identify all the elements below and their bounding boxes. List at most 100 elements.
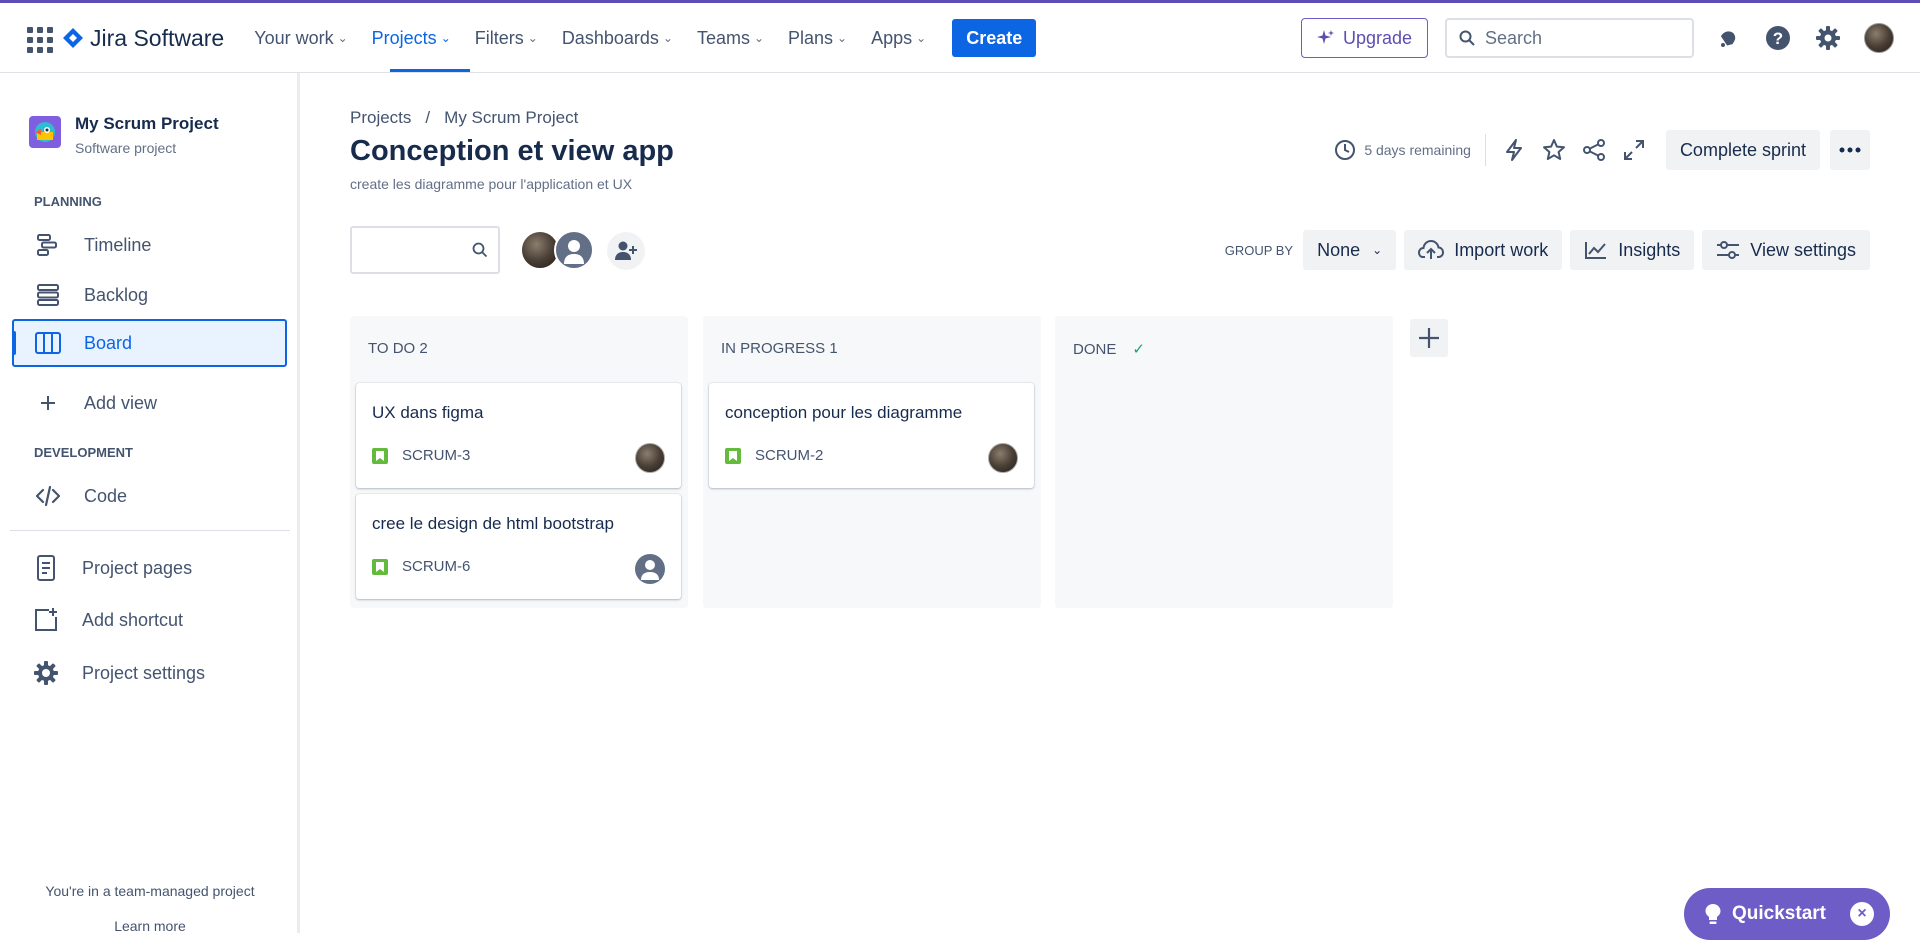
insights-button[interactable]: Insights bbox=[1570, 230, 1695, 270]
assignee-filter-unassigned[interactable] bbox=[554, 230, 594, 270]
main-nav: Your work ⌄ Projects ⌄ Filters ⌄ Dashboards… bbox=[254, 3, 1037, 73]
cloud-upload-icon bbox=[1418, 239, 1445, 259]
ellipsis-icon bbox=[1839, 147, 1861, 153]
complete-sprint-button[interactable]: Complete sprint bbox=[1665, 130, 1820, 170]
view-settings-button[interactable]: View settings bbox=[1702, 230, 1870, 270]
board-column-todo: TO DO 2 UX dans figma SCRUM-3 cree le de… bbox=[350, 316, 688, 608]
top-navigation-bar: Jira Software Your work ⌄ Projects ⌄ Filte… bbox=[0, 0, 1920, 73]
sparkle-icon bbox=[1316, 30, 1334, 44]
chevron-down-icon: ⌄ bbox=[753, 31, 765, 45]
sidebar-item-project-pages[interactable]: Project pages bbox=[12, 544, 287, 592]
star-icon[interactable] bbox=[1540, 136, 1568, 164]
import-work-button[interactable]: Import work bbox=[1404, 230, 1563, 270]
sprint-title: Conception et view app bbox=[350, 135, 674, 167]
jira-diamond-icon bbox=[63, 28, 83, 48]
sidebar-item-board[interactable]: Board bbox=[12, 319, 287, 367]
upgrade-button[interactable]: Upgrade bbox=[1301, 18, 1428, 58]
assignee-avatar[interactable] bbox=[635, 443, 665, 473]
sidebar-item-label: Project settings bbox=[82, 662, 206, 683]
story-icon bbox=[372, 447, 388, 464]
nav-apps[interactable]: Apps ⌄ bbox=[871, 3, 926, 73]
column-header: DONE ✓ bbox=[1073, 340, 1145, 359]
add-person-icon bbox=[615, 241, 637, 260]
sidebar-item-backlog[interactable]: Backlog bbox=[12, 271, 287, 319]
issue-key-label: SCRUM-2 bbox=[755, 447, 824, 464]
help-icon[interactable]: ? bbox=[1764, 24, 1792, 52]
add-people-button[interactable] bbox=[607, 232, 645, 270]
backlog-icon bbox=[34, 281, 62, 309]
sidebar-item-add-shortcut[interactable]: Add shortcut bbox=[12, 596, 287, 644]
search-icon bbox=[1459, 30, 1475, 46]
nav-dashboards[interactable]: Dashboards ⌄ bbox=[562, 3, 673, 73]
top-nav-right: Upgrade Search ? bbox=[1301, 3, 1920, 73]
chevron-down-icon: ⌄ bbox=[662, 31, 673, 45]
sliders-icon bbox=[1717, 241, 1740, 259]
issue-summary: cree le design de html bootstrap bbox=[372, 514, 614, 533]
team-managed-note: You're in a team-managed project bbox=[45, 883, 255, 899]
board-main: Projects / My Scrum Project Conception et … bbox=[350, 73, 1870, 933]
board-toolbar: GROUP BY None ⌄ Import work Insights Vie… bbox=[1225, 230, 1870, 270]
issue-card[interactable]: UX dans figma SCRUM-3 bbox=[356, 383, 681, 488]
board-column-done: DONE ✓ bbox=[1055, 316, 1393, 608]
more-actions-button[interactable] bbox=[1830, 130, 1870, 170]
lightbulb-icon bbox=[1705, 904, 1721, 924]
group-by-select[interactable]: None ⌄ bbox=[1303, 230, 1397, 270]
learn-more-link[interactable]: Learn more bbox=[0, 918, 300, 934]
issue-card[interactable]: cree le design de html bootstrap SCRUM-6 bbox=[356, 494, 681, 599]
notifications-bell-icon[interactable] bbox=[1714, 24, 1742, 52]
board-search-input[interactable] bbox=[350, 226, 500, 274]
column-header-label: DONE bbox=[1073, 340, 1117, 358]
project-type: Software project bbox=[75, 140, 177, 156]
sidebar-item-add-view[interactable]: Add view bbox=[12, 379, 287, 427]
plus-icon bbox=[34, 389, 62, 417]
nav-filters[interactable]: Filters ⌄ bbox=[475, 3, 538, 73]
done-check-icon: ✓ bbox=[1132, 341, 1145, 358]
group-by-label: GROUP BY bbox=[1224, 242, 1294, 258]
nav-plans[interactable]: Plans ⌄ bbox=[788, 3, 847, 73]
share-icon[interactable] bbox=[1580, 136, 1608, 164]
sidebar-item-label: Add view bbox=[84, 392, 158, 413]
nav-label: Plans bbox=[788, 27, 834, 48]
nav-label: Projects bbox=[371, 27, 437, 48]
issue-summary: conception pour les diagramme bbox=[725, 403, 963, 422]
add-shortcut-icon bbox=[32, 606, 60, 634]
person-icon bbox=[564, 240, 584, 264]
sidebar-item-code[interactable]: Code bbox=[12, 472, 287, 520]
nav-your-work[interactable]: Your work ⌄ bbox=[254, 3, 347, 73]
nav-projects[interactable]: Projects ⌄ bbox=[372, 3, 451, 73]
quickstart-label: Quickstart bbox=[1732, 903, 1826, 924]
code-icon bbox=[34, 482, 62, 510]
svg-text:?: ? bbox=[1773, 29, 1783, 48]
chevron-down-icon: ⌄ bbox=[916, 31, 927, 45]
issue-card[interactable]: conception pour les diagramme SCRUM-2 bbox=[709, 383, 1034, 488]
settings-gear-icon[interactable] bbox=[1814, 24, 1842, 52]
project-header[interactable]: My Scrum Project Software project bbox=[29, 114, 219, 156]
breadcrumb: Projects / My Scrum Project bbox=[350, 108, 578, 128]
search-icon bbox=[472, 242, 488, 258]
profile-avatar[interactable] bbox=[1864, 23, 1894, 53]
breadcrumb-project[interactable]: My Scrum Project bbox=[444, 108, 578, 127]
jira-logo[interactable]: Jira Software bbox=[62, 25, 224, 52]
page-icon bbox=[32, 554, 60, 582]
sidebar-item-project-settings[interactable]: Project settings bbox=[12, 649, 287, 697]
nav-teams[interactable]: Teams ⌄ bbox=[697, 3, 764, 73]
create-button[interactable]: Create bbox=[952, 19, 1037, 57]
automation-lightning-icon[interactable] bbox=[1500, 136, 1528, 164]
app-switcher-icon[interactable] bbox=[24, 24, 53, 53]
project-avatar-icon bbox=[29, 116, 61, 148]
issue-summary: UX dans figma bbox=[372, 403, 484, 422]
chevron-down-icon: ⌄ bbox=[837, 31, 848, 45]
active-nav-underline bbox=[390, 69, 470, 72]
quickstart-button[interactable]: Quickstart × bbox=[1684, 888, 1890, 940]
issue-key: SCRUM-6 bbox=[372, 558, 470, 575]
sidebar-item-timeline[interactable]: Timeline bbox=[12, 221, 287, 269]
assignee-avatar[interactable] bbox=[988, 443, 1018, 473]
close-quickstart-icon[interactable]: × bbox=[1850, 902, 1874, 926]
fullscreen-icon[interactable] bbox=[1620, 136, 1648, 164]
add-column-button[interactable] bbox=[1410, 319, 1448, 357]
unassigned-avatar[interactable] bbox=[635, 554, 665, 584]
plus-icon bbox=[1419, 328, 1439, 348]
search-input[interactable]: Search bbox=[1445, 18, 1694, 58]
breadcrumb-projects[interactable]: Projects bbox=[350, 108, 411, 127]
nav-label: Apps bbox=[871, 27, 913, 48]
